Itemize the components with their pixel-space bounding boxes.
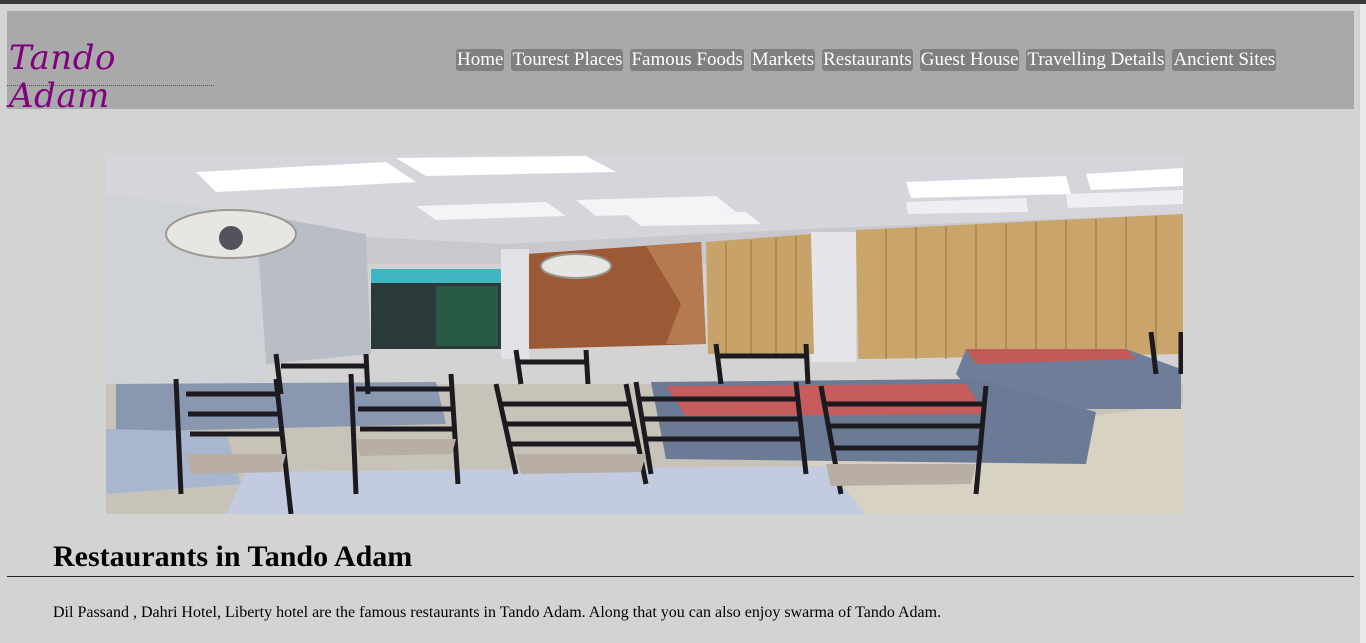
nav-restaurants[interactable]: Restaurants (822, 49, 913, 71)
restaurants-description: Dil Passand , Dahri Hotel, Liberty hotel… (53, 604, 942, 621)
restaurant-interior-illustration (106, 154, 1183, 514)
title-divider (7, 576, 1354, 577)
page-scrollbar[interactable] (1359, 4, 1366, 643)
browser-top-strip (0, 0, 1366, 4)
page-title: Restaurants in Tando Adam (53, 540, 413, 573)
nav-guest-house[interactable]: Guest House (919, 49, 1020, 71)
nav-markets[interactable]: Markets (750, 49, 816, 71)
main-nav: Home Tourest Places Famous Foods Markets… (456, 49, 1277, 71)
nav-famous-foods[interactable]: Famous Foods (630, 49, 744, 71)
nav-ancient-sites[interactable]: Ancient Sites (1172, 49, 1277, 71)
restaurant-hero-image (106, 154, 1183, 514)
nav-travelling-details[interactable]: Travelling Details (1026, 49, 1166, 71)
nav-home[interactable]: Home (456, 49, 505, 71)
nav-tourest-places[interactable]: Tourest Places (511, 49, 624, 71)
site-header: Tando Adam Home Tourest Places Famous Fo… (7, 11, 1354, 115)
site-logo[interactable]: Tando Adam (7, 39, 214, 115)
